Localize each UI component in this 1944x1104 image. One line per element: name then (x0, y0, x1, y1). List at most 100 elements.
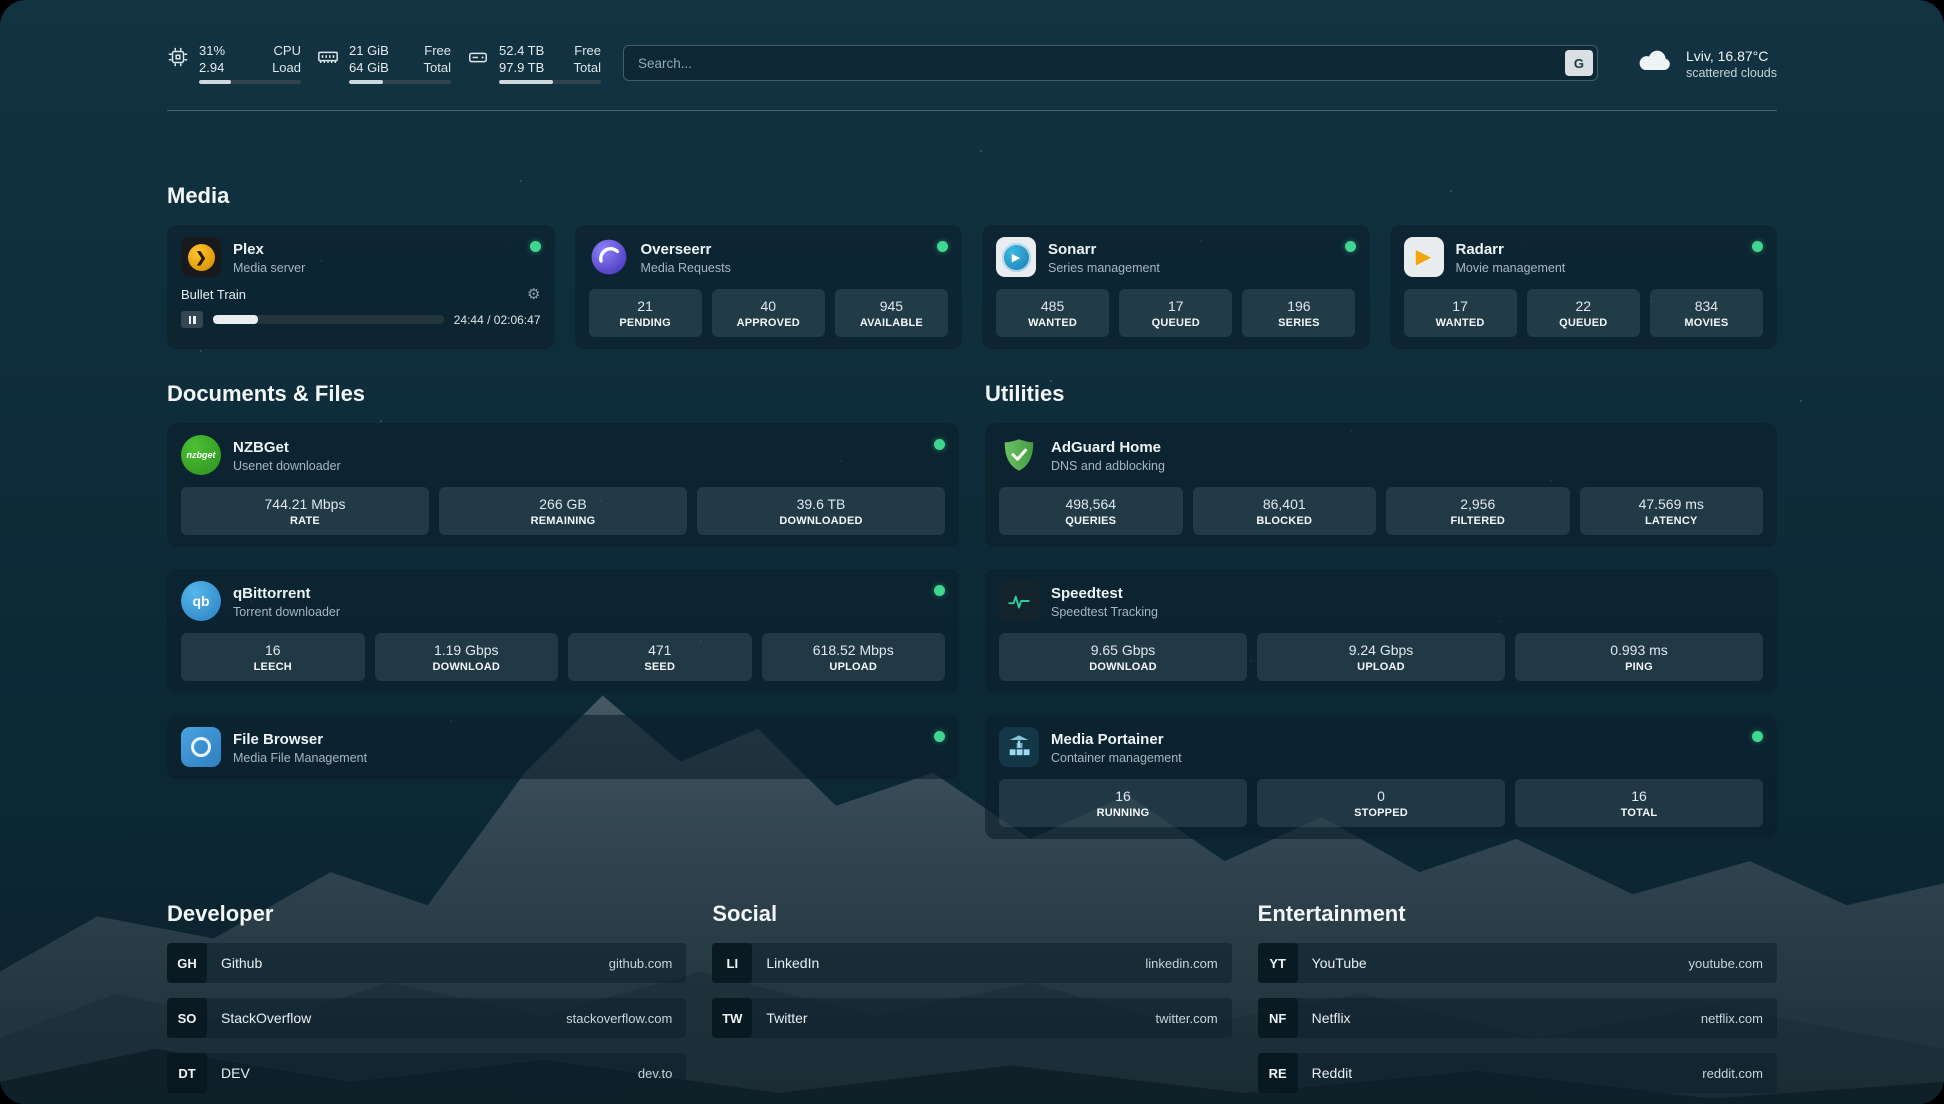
cpu-label: CPU (274, 42, 301, 59)
plex-icon: ❯ (181, 237, 221, 277)
section-title-entertainment: Entertainment (1258, 901, 1777, 927)
stat-available: 945AVAILABLE (835, 289, 948, 337)
stat-leech: 16LEECH (181, 633, 365, 681)
stat-blocked: 86,401BLOCKED (1193, 487, 1377, 535)
search-engine-button[interactable]: G (1565, 50, 1593, 76)
stat-upload: 618.52 MbpsUPLOAD (762, 633, 946, 681)
section-title-documents: Documents & Files (167, 381, 959, 407)
reddit-icon: RE (1258, 1053, 1298, 1093)
stat-download: 1.19 GbpsDOWNLOAD (375, 633, 559, 681)
ram-free-value: 21 GiB (349, 42, 389, 59)
status-dot (1345, 241, 1356, 252)
stackoverflow-icon: SO (167, 998, 207, 1038)
bookmark-youtube[interactable]: YT YouTube youtube.com (1258, 943, 1777, 983)
ram-widget: 21 GiBFree 64 GiBTotal (317, 42, 451, 84)
bookmark-group-entertainment: Entertainment YT YouTube youtube.com NF … (1258, 901, 1777, 1093)
app-title: Plex (233, 240, 305, 260)
status-dot (934, 731, 945, 742)
app-title: Sonarr (1048, 240, 1160, 260)
app-title: NZBGet (233, 438, 341, 458)
bookmark-twitter[interactable]: TW Twitter twitter.com (712, 998, 1231, 1038)
qbittorrent-icon: qb (181, 581, 221, 621)
header-divider (167, 110, 1777, 111)
app-card-nzbget[interactable]: nzbget NZBGet Usenet downloader 744.21 M… (167, 423, 959, 547)
weather-location: Lviv, 16.87°C (1686, 47, 1777, 66)
app-subtitle: Speedtest Tracking (1051, 605, 1158, 619)
ram-progressbar (349, 80, 451, 84)
stat-ping: 0.993 msPING (1515, 633, 1763, 681)
app-title: Radarr (1456, 240, 1566, 260)
stat-queued: 22QUEUED (1527, 289, 1640, 337)
bookmark-stackoverflow[interactable]: SO StackOverflow stackoverflow.com (167, 998, 686, 1038)
stat-movies: 834MOVIES (1650, 289, 1763, 337)
stat-remaining: 266 GBREMAINING (439, 487, 687, 535)
playback-time: 24:44 / 02:06:47 (454, 313, 541, 327)
stat-stopped: 0STOPPED (1257, 779, 1505, 827)
stat-rate: 744.21 MbpsRATE (181, 487, 429, 535)
playback-progressbar (213, 315, 444, 324)
weather-condition: scattered clouds (1686, 66, 1777, 80)
app-card-radarr[interactable]: ▶ Radarr Movie management 17WANTED 22QUE… (1390, 225, 1778, 349)
stat-running: 16RUNNING (999, 779, 1247, 827)
disk-free-label: Free (574, 42, 601, 59)
ram-free-label: Free (424, 42, 451, 59)
github-icon: GH (167, 943, 207, 983)
app-card-sonarr[interactable]: ▶ Sonarr Series management 485WANTED 17Q… (982, 225, 1370, 349)
bookmark-dev[interactable]: DT DEV dev.to (167, 1053, 686, 1093)
search-input[interactable] (623, 45, 1598, 81)
youtube-icon: YT (1258, 943, 1298, 983)
app-card-qbittorrent[interactable]: qb qBittorrent Torrent downloader 16LEEC… (167, 569, 959, 693)
stat-downloaded: 39.6 TBDOWNLOADED (697, 487, 945, 535)
cpu-icon (167, 46, 189, 84)
app-title: AdGuard Home (1051, 438, 1165, 458)
stat-upload: 9.24 GbpsUPLOAD (1257, 633, 1505, 681)
pause-button[interactable] (181, 311, 203, 328)
cpu-load-label: Load (272, 59, 301, 76)
portainer-icon (999, 727, 1039, 767)
bookmark-linkedin[interactable]: LI LinkedIn linkedin.com (712, 943, 1231, 983)
ram-total-label: Total (424, 59, 451, 76)
app-title: Overseerr (641, 240, 731, 260)
system-stats: 31%CPU 2.94Load 21 GiBFree 64 GiBTotal (167, 42, 601, 84)
app-subtitle: DNS and adblocking (1051, 459, 1165, 473)
bookmark-github[interactable]: GH Github github.com (167, 943, 686, 983)
app-subtitle: Container management (1051, 751, 1182, 765)
ram-icon (317, 46, 339, 84)
disk-total-label: Total (574, 59, 601, 76)
app-card-adguard[interactable]: AdGuard Home DNS and adblocking 498,564Q… (985, 423, 1777, 547)
cpu-widget: 31%CPU 2.94Load (167, 42, 301, 84)
app-card-portainer[interactable]: Media Portainer Container management 16R… (985, 715, 1777, 839)
linkedin-icon: LI (712, 943, 752, 983)
app-title: Speedtest (1051, 584, 1158, 604)
stat-queued: 17QUEUED (1119, 289, 1232, 337)
app-subtitle: Media Requests (641, 261, 731, 275)
app-title: qBittorrent (233, 584, 340, 604)
status-dot (1752, 241, 1763, 252)
top-bar: 31%CPU 2.94Load 21 GiBFree 64 GiBTotal (167, 0, 1777, 84)
app-title: File Browser (233, 730, 367, 750)
app-card-speedtest[interactable]: Speedtest Speedtest Tracking 9.65 GbpsDO… (985, 569, 1777, 693)
disk-total-value: 97.9 TB (499, 59, 544, 76)
radarr-icon: ▶ (1404, 237, 1444, 277)
weather-widget[interactable]: Lviv, 16.87°C scattered clouds (1636, 47, 1777, 80)
bookmark-group-social: Social LI LinkedIn linkedin.com TW Twitt… (712, 901, 1231, 1093)
status-dot (1752, 731, 1763, 742)
app-card-filebrowser[interactable]: File Browser Media File Management (167, 715, 959, 779)
stat-filtered: 2,956FILTERED (1386, 487, 1570, 535)
section-title-social: Social (712, 901, 1231, 927)
gear-icon[interactable]: ⚙ (527, 287, 540, 302)
stat-queries: 498,564QUERIES (999, 487, 1183, 535)
app-card-plex[interactable]: ❯ Plex Media server Bullet Train ⚙ 24:44… (167, 225, 555, 349)
cpu-load-value: 2.94 (199, 59, 224, 76)
app-subtitle: Movie management (1456, 261, 1566, 275)
cloud-icon (1636, 47, 1674, 79)
utilities-column: Utilities (985, 381, 1777, 839)
bookmark-reddit[interactable]: RE Reddit reddit.com (1258, 1053, 1777, 1093)
stat-approved: 40APPROVED (712, 289, 825, 337)
disk-icon (467, 46, 489, 84)
app-subtitle: Media server (233, 261, 305, 275)
bookmark-netflix[interactable]: NF Netflix netflix.com (1258, 998, 1777, 1038)
app-card-overseerr[interactable]: Overseerr Media Requests 21PENDING 40APP… (575, 225, 963, 349)
stat-seed: 471SEED (568, 633, 752, 681)
documents-column: Documents & Files nzbget NZBGet Usenet d… (167, 381, 959, 839)
